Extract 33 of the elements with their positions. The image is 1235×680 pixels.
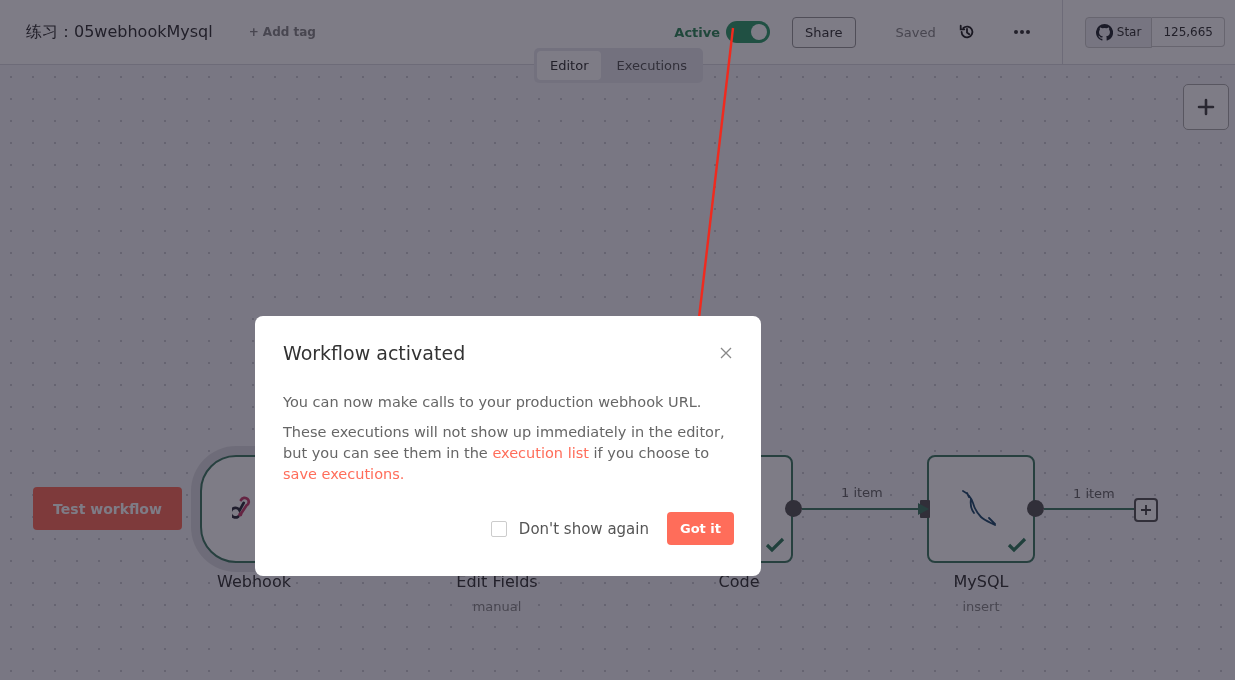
- plus-icon: [1139, 503, 1153, 517]
- dialog-text: These executions will not show up immediately in the editor, but you can see them in the execution list if you choose to save executions.: [283, 423, 726, 484]
- save-executions-link[interactable]: save executions.: [283, 466, 405, 482]
- dialog-text: You can now make calls to your production webhook URL.: [283, 393, 703, 412]
- star-count[interactable]: 125,665: [1152, 17, 1225, 47]
- close-icon[interactable]: [720, 347, 732, 359]
- output-port[interactable]: [785, 500, 802, 517]
- edge-label: 1 item: [841, 485, 883, 500]
- test-workflow-button[interactable]: Test workflow: [33, 487, 182, 530]
- add-node-button[interactable]: [1183, 84, 1229, 130]
- share-button[interactable]: Share: [792, 16, 856, 48]
- view-tab[interactable]: Executions: [603, 51, 701, 80]
- github-star-button[interactable]: Star: [1084, 16, 1153, 48]
- checkbox-label[interactable]: Don't show again: [518, 519, 649, 538]
- github-icon: [1095, 23, 1113, 41]
- history-icon[interactable]: [957, 23, 976, 41]
- active-label: Active: [674, 24, 721, 40]
- edge-label: 1 item: [1073, 486, 1115, 501]
- got-it-button[interactable]: Got it: [667, 512, 734, 545]
- execution-list-link[interactable]: execution list: [492, 445, 589, 461]
- workflow-name[interactable]: 练习：05webhookMysql: [26, 21, 213, 43]
- node-name: Webhook: [217, 572, 291, 591]
- plus-icon: [1196, 97, 1216, 117]
- node-name: MySQL: [953, 572, 1009, 591]
- active-toggle[interactable]: [726, 21, 771, 43]
- dialog-title: Workflow activated: [283, 342, 466, 364]
- add-node-button[interactable]: [1134, 498, 1158, 522]
- node-name: Code: [718, 572, 760, 591]
- workflow-node[interactable]: [927, 455, 1035, 563]
- view-tab[interactable]: Editor: [537, 51, 602, 80]
- more-icon[interactable]: [1013, 30, 1030, 34]
- checkbox[interactable]: [490, 520, 507, 537]
- output-port[interactable]: [1027, 500, 1044, 517]
